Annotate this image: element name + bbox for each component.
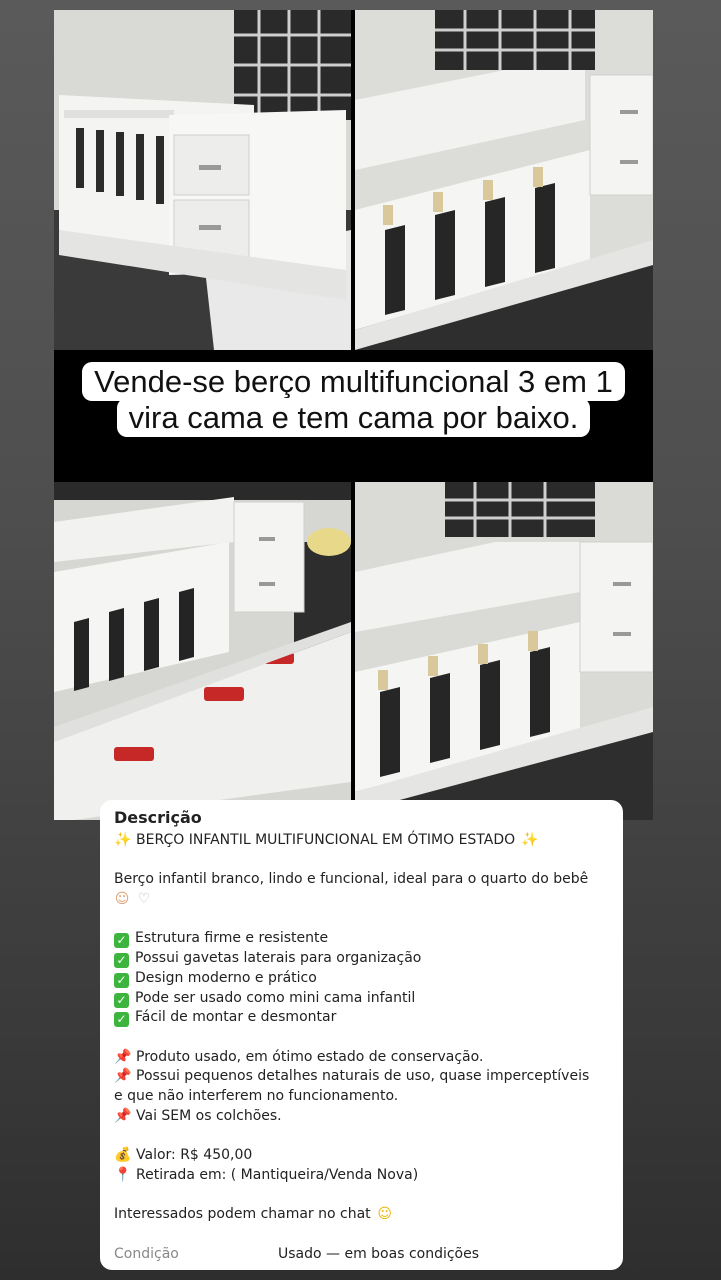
pushpin-icon: 📌 (114, 1048, 132, 1065)
photo-collage: Vende-se berço multifuncional 3 em 1 vir… (54, 10, 653, 820)
feature-item: ✓ Fácil de montar e desmontar (114, 1008, 609, 1028)
feature-item: ✓ Estrutura firme e resistente (114, 929, 609, 949)
note-item-continued: e que não interferem no funcionamento. (114, 1088, 399, 1105)
feature-item: ✓ Design moderno e prático (114, 969, 609, 989)
description-card: Descrição ✨ BERÇO INFANTIL MULTIFUNCIONAL… (100, 800, 623, 1270)
sparkles-icon: ✨ (114, 832, 132, 848)
headline-text: Vende-se berço multifuncional 3 em 1 vir… (82, 362, 625, 437)
contact-text: Interessados podem chamar no chat (114, 1206, 371, 1223)
white-heart-icon: ♡ (137, 891, 151, 908)
condition-label: Condição (114, 1246, 179, 1262)
note-item: 📌 Vai SEM os colchões. (114, 1107, 609, 1127)
intro-emoji-line: ☺ ♡ (114, 890, 609, 910)
condition-value: Usado — em boas condições (278, 1246, 480, 1262)
location-pin-icon: 📍 (114, 1166, 132, 1183)
description-heading-line: ✨ BERÇO INFANTIL MULTIFUNCIONAL EM ÓTIMO … (114, 831, 609, 851)
pushpin-icon: 📌 (114, 1107, 132, 1124)
check-mark-icon: ✓ (114, 953, 129, 969)
crib-photo-with-mattress (54, 482, 351, 820)
crib-photo-front (54, 10, 351, 350)
description-heading: BERÇO INFANTIL MULTIFUNCIONAL EM ÓTIMO E… (136, 832, 516, 848)
headline-banner: Vende-se berço multifuncional 3 em 1 vir… (54, 350, 653, 482)
crib-photo-angle (355, 482, 653, 820)
description-title: Descrição (114, 808, 202, 827)
money-bag-icon: 💰 (114, 1147, 132, 1164)
note-item: 📌 Produto usado, em ótimo estado de conse… (114, 1048, 609, 1068)
contact-line: Interessados podem chamar no chat ☺ (114, 1205, 609, 1225)
feature-item: ✓ Pode ser usado como mini cama infantil (114, 989, 609, 1009)
pickup-text: Retirada em: ( Mantiqueira/Venda Nova) (136, 1166, 419, 1183)
crib-photo-side (355, 10, 653, 350)
description-intro: Berço infantil branco, lindo e funcional… (114, 871, 589, 888)
baby-face-icon: ☺ (114, 891, 130, 908)
pickup-line: 📍 Retirada em: ( Mantiqueira/Venda Nova) (114, 1166, 609, 1186)
check-mark-icon: ✓ (114, 992, 129, 1008)
price-line: 💰 Valor: R$ 450,00 (114, 1146, 609, 1166)
sparkles-icon: ✨ (521, 832, 539, 848)
condition-row: Condição Usado — em boas condições (114, 1246, 609, 1262)
feature-item: ✓ Possui gavetas laterais para organizaçã… (114, 949, 609, 969)
check-mark-icon: ✓ (114, 933, 129, 949)
check-mark-icon: ✓ (114, 1012, 129, 1028)
smiling-face-icon: ☺ (377, 1206, 392, 1223)
note-item: 📌 Possui pequenos detalhes naturais de us… (114, 1067, 609, 1087)
check-mark-icon: ✓ (114, 972, 129, 988)
price-text: Valor: R$ 450,00 (136, 1147, 253, 1164)
pushpin-icon: 📌 (114, 1068, 132, 1085)
